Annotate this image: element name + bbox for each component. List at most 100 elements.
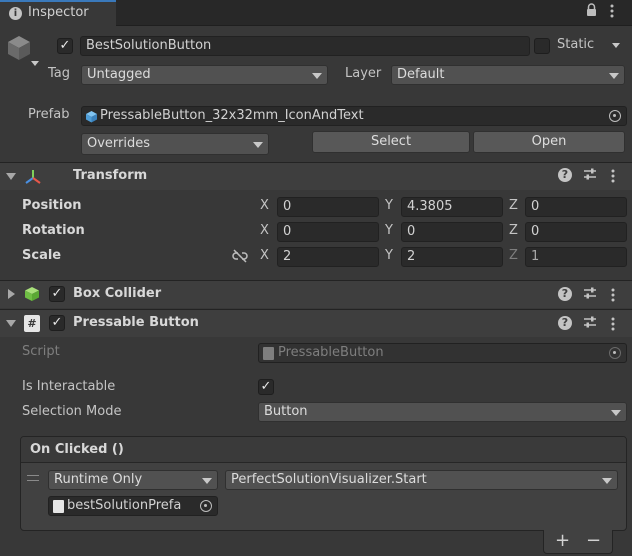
runtime-dropdown[interactable]: Runtime Only xyxy=(48,470,218,490)
object-picker-icon xyxy=(609,347,621,359)
position-y-label[interactable]: Y xyxy=(385,198,393,213)
script-label: Script xyxy=(22,344,60,359)
drag-handle-icon[interactable] xyxy=(27,475,39,481)
chevron-down-icon xyxy=(602,478,612,484)
object-name-field[interactable]: BestSolutionButton xyxy=(80,36,530,56)
overrides-dropdown[interactable]: Overrides xyxy=(81,133,269,155)
chevron-down-icon xyxy=(609,73,619,79)
chevron-down-icon xyxy=(202,478,212,484)
static-label: Static xyxy=(557,37,595,52)
position-z-field[interactable]: 0 xyxy=(525,197,627,217)
box-collider-header[interactable]: ✓ Box Collider ? xyxy=(0,280,632,308)
prefab-asset-icon xyxy=(85,110,98,123)
list-controls xyxy=(543,530,613,554)
box-collider-icon xyxy=(24,286,40,302)
presets-icon[interactable] xyxy=(583,167,597,185)
prefab-value: PressableButton_32x32mm_IconAndText xyxy=(100,108,364,123)
pressable-button-title: Pressable Button xyxy=(73,315,199,330)
box-collider-enabled-checkbox[interactable]: ✓ xyxy=(49,286,65,302)
info-icon: i xyxy=(9,7,22,20)
prefab-label: Prefab xyxy=(28,107,70,122)
transform-icon xyxy=(24,169,42,185)
tab-inspector[interactable]: i Inspector xyxy=(0,0,116,26)
chevron-down-icon xyxy=(312,73,322,79)
kebab-icon[interactable] xyxy=(610,4,614,18)
position-y-field[interactable]: 4.3805 xyxy=(401,197,503,217)
rotation-z-label[interactable]: Z xyxy=(509,223,518,238)
remove-listener-button[interactable]: − xyxy=(586,530,601,551)
selection-mode-value: Button xyxy=(264,404,308,419)
foldout-collapsed-icon[interactable] xyxy=(8,289,15,299)
target-value: bestSolutionPrefa xyxy=(67,498,182,513)
select-button[interactable]: Select xyxy=(312,131,470,153)
scale-z-field[interactable]: 1 xyxy=(525,247,627,267)
unlinked-scale-icon[interactable] xyxy=(232,249,248,263)
add-listener-button[interactable]: + xyxy=(555,530,570,551)
object-picker-icon[interactable] xyxy=(200,500,212,512)
script-asset-icon xyxy=(263,347,274,360)
script-asset-icon xyxy=(53,500,64,513)
transform-header[interactable]: Transform ? xyxy=(0,162,632,190)
box-collider-title: Box Collider xyxy=(73,286,162,301)
active-checkbox[interactable]: ✓ xyxy=(57,38,73,54)
help-icon[interactable]: ? xyxy=(558,168,572,182)
scale-x-label[interactable]: X xyxy=(260,248,269,263)
scale-x-field[interactable]: 2 xyxy=(277,247,379,267)
kebab-icon[interactable] xyxy=(611,317,615,335)
target-object-field[interactable]: bestSolutionPrefa xyxy=(48,496,218,516)
layer-dropdown[interactable]: Default xyxy=(391,65,625,85)
position-z-label[interactable]: Z xyxy=(509,198,518,213)
rotation-y-field[interactable]: 0 xyxy=(401,222,503,242)
runtime-value: Runtime Only xyxy=(54,472,143,487)
scale-y-field[interactable]: 2 xyxy=(401,247,503,267)
open-button[interactable]: Open xyxy=(473,131,625,153)
position-x-label[interactable]: X xyxy=(260,198,269,213)
layer-value: Default xyxy=(397,67,445,82)
prefab-field[interactable]: PressableButton_32x32mm_IconAndText xyxy=(81,106,627,126)
pressable-button-enabled-checkbox[interactable]: ✓ xyxy=(49,315,65,331)
tag-label: Tag xyxy=(48,66,71,81)
presets-icon[interactable] xyxy=(583,286,597,304)
rotation-x-label[interactable]: X xyxy=(260,223,269,238)
rotation-z-field[interactable]: 0 xyxy=(525,222,627,242)
rotation-y-label[interactable]: Y xyxy=(385,223,393,238)
script-icon: # xyxy=(24,315,40,332)
object-picker-icon[interactable] xyxy=(609,110,621,122)
selection-mode-label: Selection Mode xyxy=(22,404,122,419)
on-clicked-event: On Clicked () Runtime Only PerfectSoluti… xyxy=(20,436,627,531)
selection-mode-dropdown[interactable]: Button xyxy=(258,402,627,422)
position-label[interactable]: Position xyxy=(22,198,82,213)
rotation-x-field[interactable]: 0 xyxy=(277,222,379,242)
chevron-down-icon xyxy=(611,410,621,416)
rotation-label[interactable]: Rotation xyxy=(22,223,85,238)
tag-value: Untagged xyxy=(87,67,151,82)
help-icon[interactable]: ? xyxy=(558,287,572,301)
lock-icon[interactable] xyxy=(586,3,597,17)
is-interactable-checkbox[interactable]: ✓ xyxy=(258,379,274,395)
kebab-icon[interactable] xyxy=(611,288,615,306)
scale-label[interactable]: Scale xyxy=(22,248,61,263)
chevron-down-icon xyxy=(253,142,263,148)
tag-dropdown[interactable]: Untagged xyxy=(81,65,328,85)
scale-y-label[interactable]: Y xyxy=(385,248,393,263)
foldout-expanded-icon[interactable] xyxy=(6,173,16,180)
event-title: On Clicked () xyxy=(30,442,124,457)
static-dropdown-caret[interactable] xyxy=(612,43,620,48)
position-x-field[interactable]: 0 xyxy=(277,197,379,217)
overrides-value: Overrides xyxy=(87,136,151,151)
pressable-button-header[interactable]: # ✓ Pressable Button ? xyxy=(0,309,632,337)
static-checkbox[interactable] xyxy=(534,38,550,54)
kebab-icon[interactable] xyxy=(611,169,615,187)
script-value: PressableButton xyxy=(278,345,384,360)
function-dropdown[interactable]: PerfectSolutionVisualizer.Start xyxy=(225,470,618,490)
tab-title: Inspector xyxy=(28,5,89,20)
presets-icon[interactable] xyxy=(583,315,597,333)
is-interactable-label: Is Interactable xyxy=(22,379,116,394)
function-value: PerfectSolutionVisualizer.Start xyxy=(231,472,427,487)
layer-label: Layer xyxy=(345,66,382,81)
foldout-expanded-icon[interactable] xyxy=(6,320,16,327)
script-field: PressableButton xyxy=(258,343,627,363)
scale-z-label[interactable]: Z xyxy=(509,248,518,263)
help-icon[interactable]: ? xyxy=(558,316,572,330)
icon-dropdown-caret[interactable] xyxy=(31,61,39,66)
